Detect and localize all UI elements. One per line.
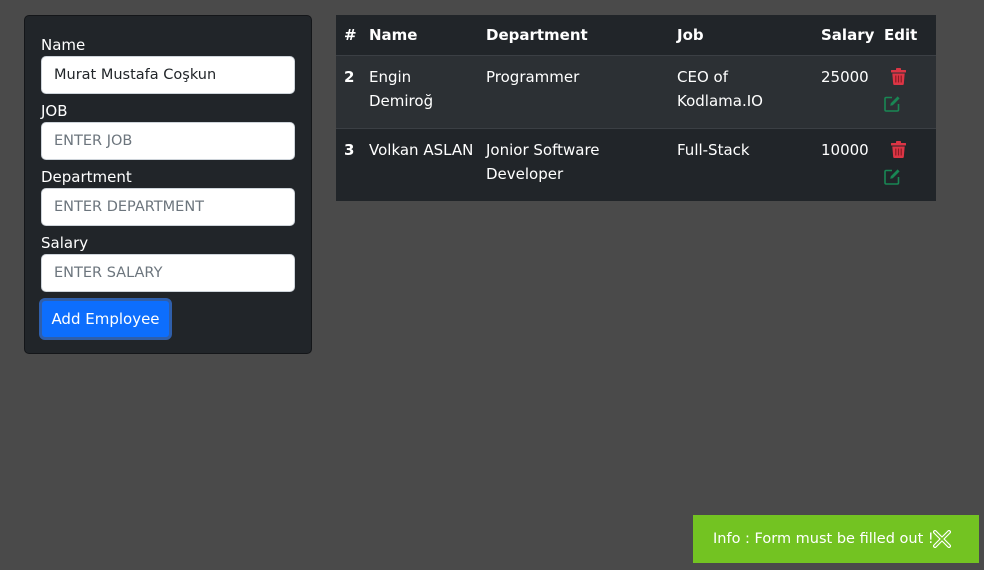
name-input[interactable] <box>41 56 295 94</box>
row-name: Volkan ASLAN <box>369 141 474 159</box>
row-department: Jonior Software Developer <box>486 141 600 183</box>
close-icon[interactable] <box>933 530 951 548</box>
table-row: 2 Engin Demiroğ Programmer CEO of Kodlam… <box>336 55 936 129</box>
name-label: Name <box>41 36 86 54</box>
column-header-number: # <box>336 15 361 56</box>
row-job: Full-Stack <box>677 141 750 159</box>
column-header-name: Name <box>361 15 478 56</box>
edit-pen-icon[interactable] <box>884 168 902 186</box>
employee-table-container: # Name Department Job Salary Edit 2 Engi… <box>336 15 936 201</box>
salary-label: Salary <box>41 234 89 252</box>
row-salary: 25000 <box>813 55 876 129</box>
table-header-row: # Name Department Job Salary Edit <box>336 15 936 56</box>
edit-pen-icon[interactable] <box>884 95 902 113</box>
column-header-salary: Salary <box>813 15 876 56</box>
toast-message: Info : Form must be filled out ! <box>713 531 934 547</box>
row-actions <box>876 129 936 202</box>
trash-icon[interactable] <box>891 141 909 159</box>
row-name: Engin Demiroğ <box>361 55 478 129</box>
add-employee-button[interactable]: Add Employee <box>39 298 172 340</box>
department-input[interactable] <box>41 188 295 226</box>
employee-table: # Name Department Job Salary Edit 2 Engi… <box>336 15 936 202</box>
row-department: Programmer <box>478 55 669 129</box>
trash-icon[interactable] <box>891 68 909 86</box>
row-number: 2 <box>336 55 361 129</box>
row-actions <box>876 55 936 129</box>
salary-input[interactable] <box>41 254 295 292</box>
department-label: Department <box>41 168 132 186</box>
row-job: CEO of Kodlama.IO <box>669 55 813 129</box>
job-label: JOB <box>41 102 68 120</box>
column-header-job: Job <box>669 15 813 56</box>
info-toast: Info : Form must be filled out ! <box>693 515 979 563</box>
row-number: 3 <box>344 141 355 159</box>
column-header-edit: Edit <box>876 15 936 56</box>
row-salary: 10000 <box>821 141 869 159</box>
table-row: 3 Volkan ASLAN Jonior Software Developer… <box>336 129 936 202</box>
job-input[interactable] <box>41 122 295 160</box>
employee-form: Name JOB Department Salary Add Employee <box>24 15 312 354</box>
column-header-department: Department <box>478 15 669 56</box>
